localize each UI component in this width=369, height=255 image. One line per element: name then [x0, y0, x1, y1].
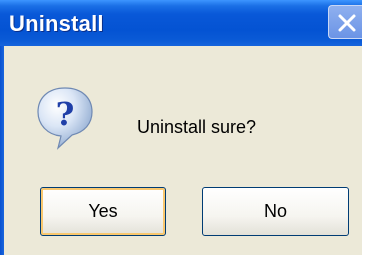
- title-bar[interactable]: Uninstall: [0, 0, 362, 46]
- close-button[interactable]: [328, 5, 362, 39]
- uninstall-dialog: Uninstall ? Uninstall sure? Yes No: [0, 0, 369, 255]
- confirm-message: Uninstall sure?: [137, 117, 257, 137]
- window-border: [0, 46, 4, 255]
- svg-text:?: ?: [56, 95, 75, 133]
- close-icon: [338, 14, 356, 32]
- window-title: Uninstall: [9, 11, 104, 36]
- no-button[interactable]: No: [202, 187, 349, 236]
- yes-button[interactable]: Yes: [40, 187, 166, 236]
- question-icon: ?: [34, 85, 96, 151]
